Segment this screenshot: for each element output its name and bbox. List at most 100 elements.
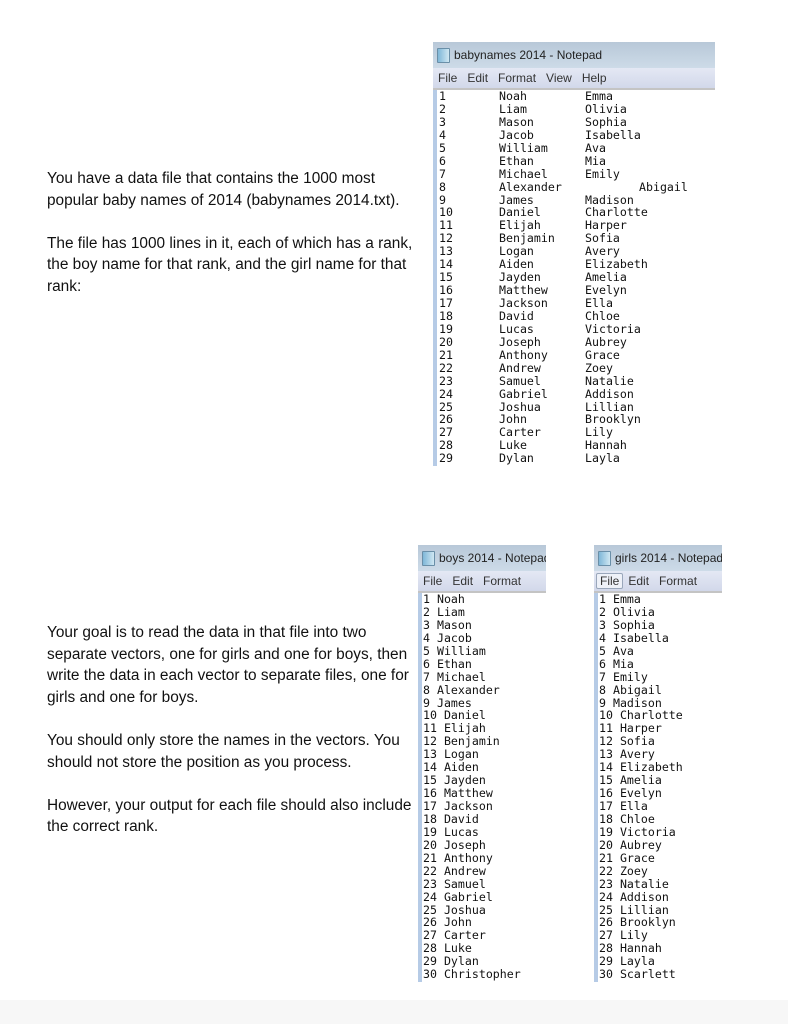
name-line: 4 Isabella: [599, 630, 669, 645]
rank-cell: 18: [439, 308, 453, 323]
name-line: 5 William: [423, 643, 486, 658]
menu-edit[interactable]: Edit: [447, 574, 478, 588]
rank-cell: 20: [439, 334, 453, 349]
name-line: 21 Anthony: [423, 850, 493, 865]
boy-name-cell: Noah: [499, 90, 527, 103]
rank-cell: 8: [439, 179, 446, 194]
girl-name-cell: Ava: [585, 140, 606, 155]
window-title: boys 2014 - Notepad: [439, 551, 546, 565]
name-row: 28 Luke Hannah: [437, 439, 715, 452]
name-line: 22 Zoey: [599, 863, 648, 878]
name-row: 20 Joseph Aubrey: [437, 334, 715, 349]
boy-name-cell: Mason: [499, 114, 534, 129]
girl-name-cell: Natalie: [585, 373, 634, 388]
boy-name-cell: David: [499, 308, 534, 323]
name-row: 21 Anthony Grace: [437, 347, 715, 362]
girls-notepad-window: girls 2014 - Notepad File Edit Format 1 …: [594, 545, 722, 983]
rank-cell: 6: [439, 153, 446, 168]
girl-name-cell: Emma: [585, 90, 613, 103]
goal-paragraph-3: However, your output for each file shoul…: [47, 796, 412, 836]
menu-edit[interactable]: Edit: [623, 574, 654, 588]
menu-bar: File Edit Format View Help: [433, 68, 715, 90]
notepad-icon: [422, 550, 435, 566]
girl-name-cell: Layla: [585, 451, 620, 466]
intro-paragraph-1: You have a data file that contains the 1…: [47, 170, 400, 209]
name-line: 2 Olivia: [599, 604, 655, 619]
menu-view[interactable]: View: [541, 71, 577, 85]
girl-name-cell: Addison: [585, 386, 634, 401]
text-area[interactable]: 1 Noah 2 Liam 3 Mason 4 Jacob 5 William 6 Eth…: [418, 593, 546, 982]
name-row: 13 Logan Avery: [437, 245, 715, 258]
menu-format[interactable]: Format: [654, 574, 702, 588]
name-row: 10 Daniel Charlotte: [437, 206, 715, 219]
girl-name-cell: Ella: [585, 296, 613, 310]
name-line: 1 Noah: [423, 593, 465, 606]
rank-cell: 2: [439, 101, 446, 116]
name-row: 6 Ethan Mia: [437, 153, 715, 168]
girl-name-cell: Isabella: [585, 127, 641, 142]
boy-name-cell: Gabriel: [499, 386, 548, 401]
rank-cell: 5: [439, 140, 446, 155]
name-row: 27 Carter Lily: [437, 426, 715, 439]
menu-file[interactable]: File: [596, 573, 624, 589]
name-line: 18 Chloe: [599, 811, 655, 826]
boy-name-cell: Michael: [499, 166, 548, 181]
name-line: 7 Emily: [599, 669, 648, 684]
name-row: 22 Andrew Zoey: [437, 361, 715, 375]
menu-bar: File Edit Format: [594, 571, 722, 593]
boy-name-cell: Jacob: [499, 127, 534, 142]
boys-notepad-window: boys 2014 - Notepad File Edit Format 1 N…: [418, 545, 546, 983]
girl-name-cell: Emily: [585, 166, 620, 181]
title-bar: boys 2014 - Notepad: [418, 545, 546, 571]
menu-edit[interactable]: Edit: [462, 71, 493, 85]
girl-name-cell: Scarlett: [639, 465, 695, 466]
girl-name-cell: Aubrey: [585, 334, 627, 349]
menu-file[interactable]: File: [433, 71, 462, 85]
name-line: 17 Jackson: [423, 799, 493, 813]
rank-cell: 23: [439, 373, 453, 388]
name-line: 31 Aria: [598, 981, 722, 982]
name-row: 1 Noah Emma: [437, 90, 715, 103]
name-line: 18 David: [423, 811, 479, 826]
page-bottom-margin: [0, 1000, 788, 1024]
name-row: 12 Benjamin Sofia: [437, 232, 715, 245]
name-line: 31 Isaac: [422, 981, 546, 982]
name-line: 3 Sophia: [599, 617, 655, 632]
name-line: 23 Natalie: [599, 876, 669, 891]
girl-name-cell: Sophia: [585, 114, 627, 129]
menu-file[interactable]: File: [418, 574, 447, 588]
notepad-icon: [598, 550, 611, 566]
menu-help[interactable]: Help: [577, 71, 612, 85]
name-row: 8 Alexander Abigail: [437, 179, 715, 194]
name-row: 9 James Madison: [437, 193, 715, 207]
rank-cell: 19: [439, 321, 453, 336]
menu-format[interactable]: Format: [478, 574, 526, 588]
name-line: 21 Grace: [599, 850, 655, 865]
boy-name-cell: Ethan: [499, 153, 534, 168]
name-line: 1 Emma: [599, 593, 641, 606]
name-row: 26 John Brooklyn: [437, 413, 715, 426]
rank-cell: 30: [437, 465, 499, 466]
name-line: 23 Samuel: [423, 876, 486, 891]
name-line: 6 Mia: [599, 656, 634, 671]
name-line: 20 Aubrey: [599, 837, 662, 852]
name-line: 6 Ethan: [423, 656, 472, 671]
name-row: 11 Elijah Harper: [437, 219, 715, 232]
menu-bar: File Edit Format: [418, 571, 546, 593]
boy-name-cell: Liam: [499, 101, 527, 116]
text-area[interactable]: 1 Noah Emma 2 Liam Olivia 3 Mason Sophia 4 Jacob Is…: [433, 90, 715, 466]
notepad-icon: [437, 47, 450, 63]
name-line: 22 Andrew: [423, 863, 486, 878]
menu-format[interactable]: Format: [493, 71, 541, 85]
name-row: 17 Jackson Ella: [437, 297, 715, 310]
name-line: 17 Ella: [599, 799, 648, 813]
boy-name-cell: Anthony: [499, 347, 548, 362]
name-line: 8 Abigail: [599, 682, 662, 697]
name-line: 7 Michael: [423, 669, 486, 684]
name-row: 2 Liam Olivia: [437, 101, 715, 116]
text-area[interactable]: 1 Emma 2 Olivia 3 Sophia 4 Isabella 5 Ava 6 M…: [594, 593, 722, 982]
rank-cell: 1: [439, 90, 446, 103]
window-title: babynames 2014 - Notepad: [454, 48, 603, 62]
boy-name-cell: Lucas: [499, 321, 534, 336]
boy-name-cell: Christopher: [499, 465, 639, 466]
